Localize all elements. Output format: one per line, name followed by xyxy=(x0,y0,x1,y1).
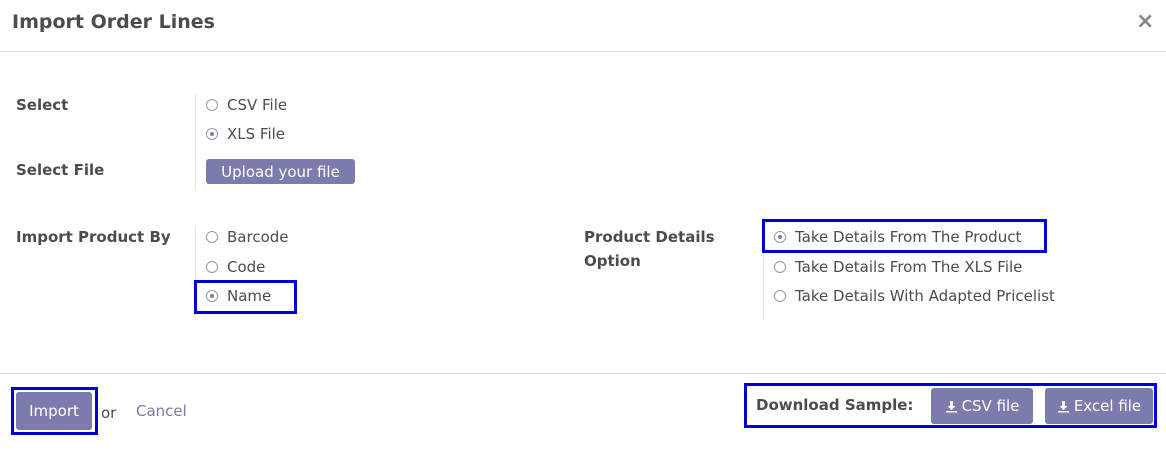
radio-code[interactable]: Code xyxy=(206,256,265,278)
upload-file-button[interactable]: Upload your file xyxy=(206,159,355,184)
radio-label: Code xyxy=(227,258,266,276)
radio-label: CSV File xyxy=(227,96,288,114)
cancel-link[interactable]: Cancel xyxy=(136,402,187,420)
radio-details-from-xls[interactable]: Take Details From The XLS File xyxy=(774,256,1022,278)
radio-button[interactable] xyxy=(206,261,218,273)
footer-divider xyxy=(0,373,1166,374)
highlight-box xyxy=(11,387,98,435)
radio-button[interactable] xyxy=(206,99,218,111)
divider xyxy=(195,94,196,190)
product-details-label-option: Option xyxy=(584,252,641,270)
radio-button[interactable] xyxy=(774,261,786,273)
radio-xls-file[interactable]: XLS File xyxy=(206,123,285,145)
radio-barcode[interactable]: Barcode xyxy=(206,226,289,248)
select-label: Select xyxy=(16,96,69,114)
radio-details-adapted-pricelist[interactable]: Take Details With Adapted Pricelist xyxy=(774,285,1055,307)
radio-label: XLS File xyxy=(227,125,286,143)
highlight-box xyxy=(744,383,1157,428)
select-file-label: Select File xyxy=(16,161,105,179)
dialog-title: Import Order Lines xyxy=(12,11,215,33)
close-icon[interactable]: × xyxy=(1136,9,1154,34)
radio-button[interactable] xyxy=(206,128,218,140)
product-details-label: Product Details xyxy=(584,228,715,246)
radio-label: Take Details From The XLS File xyxy=(795,258,1023,276)
radio-button[interactable] xyxy=(774,290,786,302)
radio-label: Take Details With Adapted Pricelist xyxy=(795,287,1055,305)
radio-label: Barcode xyxy=(227,228,289,246)
highlight-box xyxy=(762,219,1047,253)
radio-button[interactable] xyxy=(206,231,218,243)
import-product-by-label: Import Product By xyxy=(16,228,171,246)
or-text: or xyxy=(101,404,117,422)
highlight-box xyxy=(194,280,297,314)
radio-csv-file[interactable]: CSV File xyxy=(206,94,287,116)
